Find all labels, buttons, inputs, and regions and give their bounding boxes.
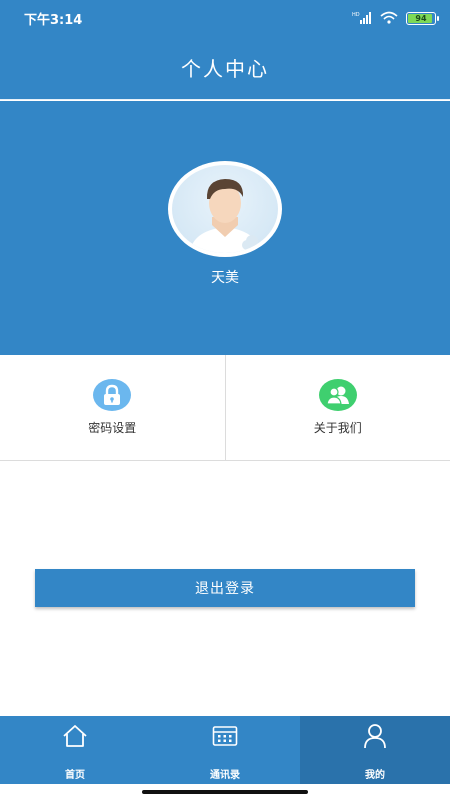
contacts-icon <box>212 722 238 750</box>
signal-icon: HD <box>352 9 372 28</box>
header: 个人中心 <box>0 36 450 100</box>
status-time: 下午3:14 <box>24 13 83 28</box>
wifi-icon <box>380 9 398 28</box>
menu-item-about-us[interactable]: 关于我们 <box>224 355 450 460</box>
menu-item-label: 密码设置 <box>88 421 137 435</box>
home-indicator-area <box>0 784 450 800</box>
avatar-image <box>172 165 278 253</box>
home-icon <box>62 722 88 750</box>
home-indicator[interactable] <box>142 790 308 794</box>
menu-item-password-settings[interactable]: 密码设置 <box>0 355 225 460</box>
status-icons: HD 94 <box>352 9 439 28</box>
tab-contacts[interactable]: 通讯录 <box>150 716 300 784</box>
logout-button[interactable]: 退出登录 <box>35 569 415 607</box>
person-icon <box>363 722 387 750</box>
profile-section: 天美 <box>0 101 450 355</box>
menu-grid: 密码设置 关于我们 <box>0 355 450 461</box>
tab-home[interactable]: 首页 <box>0 716 150 784</box>
battery-icon: 94 <box>406 12 439 25</box>
tab-label: 我的 <box>365 770 385 781</box>
users-icon <box>318 379 357 411</box>
tab-mine[interactable]: 我的 <box>300 716 450 784</box>
tab-label: 通讯录 <box>210 770 240 781</box>
avatar[interactable] <box>168 161 282 257</box>
tab-bar: 首页 通讯录 我的 <box>0 716 450 784</box>
status-bar: 下午3:14 HD 94 <box>0 0 450 36</box>
network-label: HD <box>352 12 360 18</box>
username: 天美 <box>211 270 239 286</box>
battery-level: 94 <box>415 14 427 23</box>
page-title: 个人中心 <box>181 57 269 81</box>
lock-icon <box>93 379 132 411</box>
tab-label: 首页 <box>65 770 85 781</box>
menu-item-label: 关于我们 <box>313 421 362 435</box>
